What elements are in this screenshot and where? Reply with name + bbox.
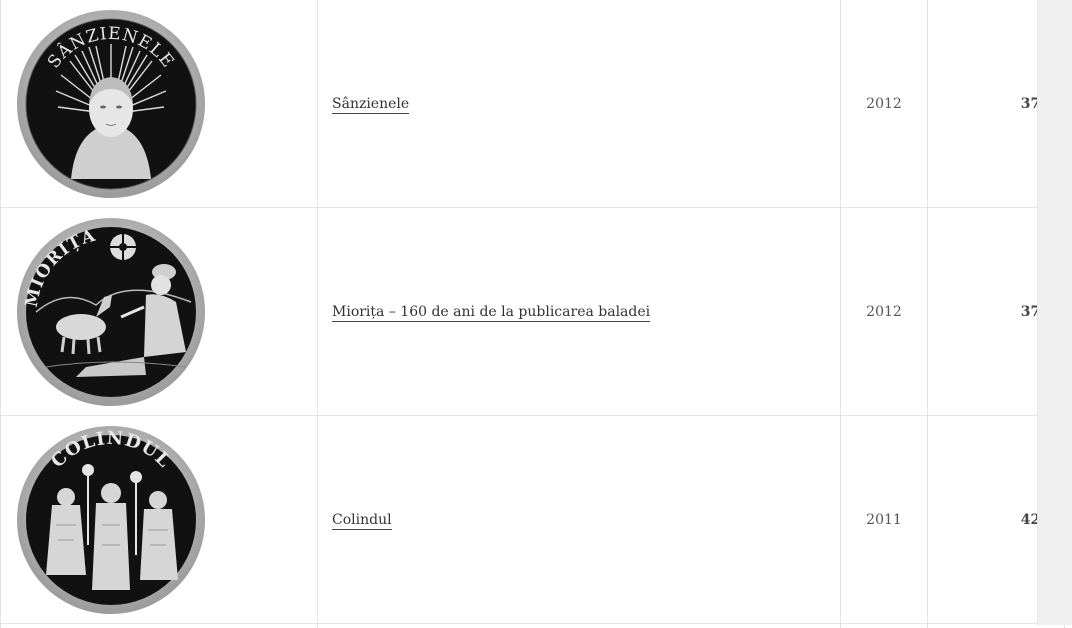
- coin-image[interactable]: SÂNZIENELE: [16, 9, 206, 199]
- coin-name-cell: [318, 624, 841, 628]
- coin-image[interactable]: MIORIȚA: [16, 217, 206, 407]
- coin-title-link[interactable]: Colindul: [332, 512, 392, 530]
- coin-year: 2012: [841, 0, 928, 208]
- coin-image-cell: SÂNZIENELE: [1, 0, 318, 208]
- page: SÂNZIENELE: [0, 0, 1072, 625]
- coin-title-link[interactable]: Sânzienele: [332, 96, 409, 114]
- coin-image-cell: MIORIȚA: [1, 208, 318, 416]
- coin-image-cell: [1, 624, 318, 628]
- coin-year: 2011: [841, 416, 928, 624]
- coin-name-cell: Sânzienele: [318, 0, 841, 208]
- table-row: [1, 624, 1065, 628]
- coin-image-cell: COLINDUL: [1, 416, 318, 624]
- coin-name-cell: Miorița – 160 de ani de la publicarea ba…: [318, 208, 841, 416]
- table-row: COLINDUL: [1, 416, 1065, 624]
- scrollbar-track[interactable]: [1037, 0, 1072, 625]
- coin-year: 2012: [841, 208, 928, 416]
- table-row: SÂNZIENELE: [1, 0, 1065, 208]
- coin-title-link[interactable]: Miorița – 160 de ani de la publicarea ba…: [332, 304, 650, 322]
- coin-name-cell: Colindul: [318, 416, 841, 624]
- coin-table: SÂNZIENELE: [0, 0, 1065, 628]
- table-row: MIORIȚA: [1, 208, 1065, 416]
- coin-year-cell: [841, 624, 928, 628]
- coin-image[interactable]: COLINDUL: [16, 425, 206, 615]
